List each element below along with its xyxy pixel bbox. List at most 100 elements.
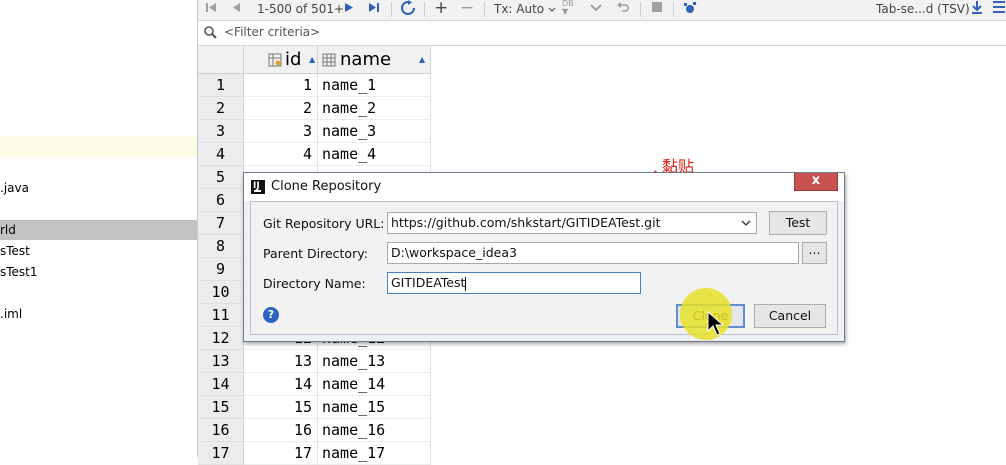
row-number: 12 — [198, 327, 244, 350]
cell-name[interactable]: name_4 — [318, 143, 431, 166]
previous-page-icon[interactable] — [230, 0, 244, 18]
dialog-titlebar[interactable]: IJ Clone Repository x — [244, 173, 844, 201]
row-number: 1 — [198, 74, 244, 97]
row-number: 7 — [198, 212, 244, 235]
table-row[interactable]: 13 13 name_13 — [198, 350, 431, 373]
cell-name[interactable]: name_16 — [318, 419, 431, 442]
cell-id[interactable]: 4 — [244, 143, 318, 166]
row-number: 16 — [198, 419, 244, 442]
stop-icon[interactable] — [650, 0, 664, 18]
column-label-name: name — [340, 49, 392, 70]
cell-id[interactable]: 17 — [244, 442, 318, 465]
row-number: 3 — [198, 120, 244, 143]
row-number: 6 — [198, 189, 244, 212]
row-number: 5 — [198, 166, 244, 189]
result-toolbar: 1-500 of 501+ + − Tx: Auto DB ▼ Tab-se...… — [198, 0, 1006, 21]
close-button[interactable]: x — [794, 173, 838, 191]
revert-icon[interactable] — [616, 0, 630, 18]
table-row[interactable]: 14 14 name_14 — [198, 373, 431, 396]
search-icon — [203, 25, 217, 42]
row-number: 8 — [198, 235, 244, 258]
mouse-pointer-icon — [707, 311, 725, 336]
cancel-button[interactable]: Cancel — [754, 304, 826, 328]
tree-item[interactable]: .java — [0, 178, 29, 198]
column-header-id[interactable]: id ▲ — [244, 46, 318, 74]
menu-icon[interactable] — [993, 0, 1005, 18]
tree-item[interactable]: sTest1 — [0, 262, 38, 282]
table-row[interactable]: 4 4 name_4 — [198, 143, 431, 166]
clone-repository-dialog: IJ Clone Repository x Git Repository URL… — [243, 172, 845, 342]
directory-name-field[interactable]: GITIDEATest — [387, 272, 641, 294]
table-column-icon — [322, 53, 336, 70]
row-number: 11 — [198, 304, 244, 327]
column-header-name[interactable]: name ▲ — [318, 46, 431, 74]
cell-id[interactable]: 14 — [244, 373, 318, 396]
cell-name[interactable]: name_14 — [318, 373, 431, 396]
filter-bar[interactable]: <Filter criteria> — [198, 21, 1006, 46]
text-caret — [465, 276, 467, 291]
pin-icon[interactable] — [682, 0, 698, 18]
chevron-down-icon — [548, 7, 556, 12]
key-column-icon — [268, 53, 282, 70]
refresh-icon[interactable] — [400, 0, 416, 18]
cell-id[interactable]: 13 — [244, 350, 318, 373]
cell-id[interactable]: 2 — [244, 97, 318, 120]
sort-icon[interactable]: ▲ — [419, 55, 425, 64]
download-icon[interactable] — [970, 0, 984, 18]
table-row[interactable]: 17 17 name_17 — [198, 442, 431, 465]
row-number-header — [198, 46, 244, 74]
parent-directory-label: Parent Directory: — [263, 246, 368, 261]
git-url-combobox[interactable]: https://github.com/shkstart/GITIDEATest.… — [387, 212, 757, 234]
project-tree-panel: .java rld sTest sTest1 .iml — [0, 0, 197, 457]
table-row[interactable]: 2 2 name_2 — [198, 97, 431, 120]
sort-icon[interactable]: ▲ — [309, 55, 315, 64]
table-row[interactable]: 1 1 name_1 — [198, 74, 431, 97]
cell-name[interactable]: name_17 — [318, 442, 431, 465]
cell-id[interactable]: 15 — [244, 396, 318, 419]
filter-criteria-input[interactable]: <Filter criteria> — [224, 25, 320, 39]
row-number: 10 — [198, 281, 244, 304]
tx-mode-dropdown[interactable]: Tx: Auto — [494, 1, 556, 19]
intellij-app-icon: IJ — [251, 180, 265, 194]
table-row[interactable]: 16 16 name_16 — [198, 419, 431, 442]
page-range-label[interactable]: 1-500 of 501+ — [257, 1, 344, 19]
cell-name[interactable]: name_1 — [318, 74, 431, 97]
cell-name[interactable]: name_15 — [318, 396, 431, 419]
cell-name[interactable]: name_3 — [318, 120, 431, 143]
checkmark-icon[interactable] — [589, 0, 603, 18]
row-number: 9 — [198, 258, 244, 281]
cell-name[interactable]: name_13 — [318, 350, 431, 373]
cell-id[interactable]: 3 — [244, 120, 318, 143]
tree-highlight-row — [0, 136, 197, 157]
row-number: 4 — [198, 143, 244, 166]
db-commit-icon[interactable]: DB ▼ — [562, 0, 574, 18]
parent-directory-field[interactable]: D:\workspace_idea3 — [387, 242, 799, 264]
directory-name-value: GITIDEATest — [391, 275, 466, 290]
add-row-button[interactable]: + — [434, 0, 448, 18]
cell-id[interactable]: 16 — [244, 419, 318, 442]
tree-item[interactable]: rld — [0, 220, 197, 240]
table-row[interactable]: 15 15 name_15 — [198, 396, 431, 419]
chevron-down-icon[interactable] — [741, 220, 751, 227]
tree-item[interactable]: .iml — [0, 304, 22, 324]
table-row[interactable]: 3 3 name_3 — [198, 120, 431, 143]
help-icon[interactable]: ? — [263, 307, 279, 323]
cell-name[interactable]: name_2 — [318, 97, 431, 120]
export-format-selector[interactable]: Tab-se...d (TSV) — [876, 1, 970, 19]
git-url-value: https://github.com/shkstart/GITIDEATest.… — [391, 215, 661, 230]
tx-mode-label: Tx: Auto — [494, 2, 545, 16]
git-url-label: Git Repository URL: — [263, 216, 385, 231]
tree-item[interactable]: sTest — [0, 241, 30, 261]
remove-row-button[interactable]: − — [460, 0, 474, 18]
first-page-icon[interactable] — [204, 0, 218, 18]
dialog-title: Clone Repository — [271, 179, 382, 194]
cell-id[interactable]: 1 — [244, 74, 318, 97]
browse-button[interactable]: ... — [802, 242, 827, 264]
test-button[interactable]: Test — [769, 211, 827, 235]
next-page-icon[interactable] — [342, 0, 356, 18]
row-number: 15 — [198, 396, 244, 419]
dialog-content: Git Repository URL: https://github.com/s… — [250, 201, 838, 335]
column-label-id: id — [285, 49, 302, 70]
last-page-icon[interactable] — [367, 0, 383, 18]
directory-name-label: Directory Name: — [263, 276, 366, 291]
